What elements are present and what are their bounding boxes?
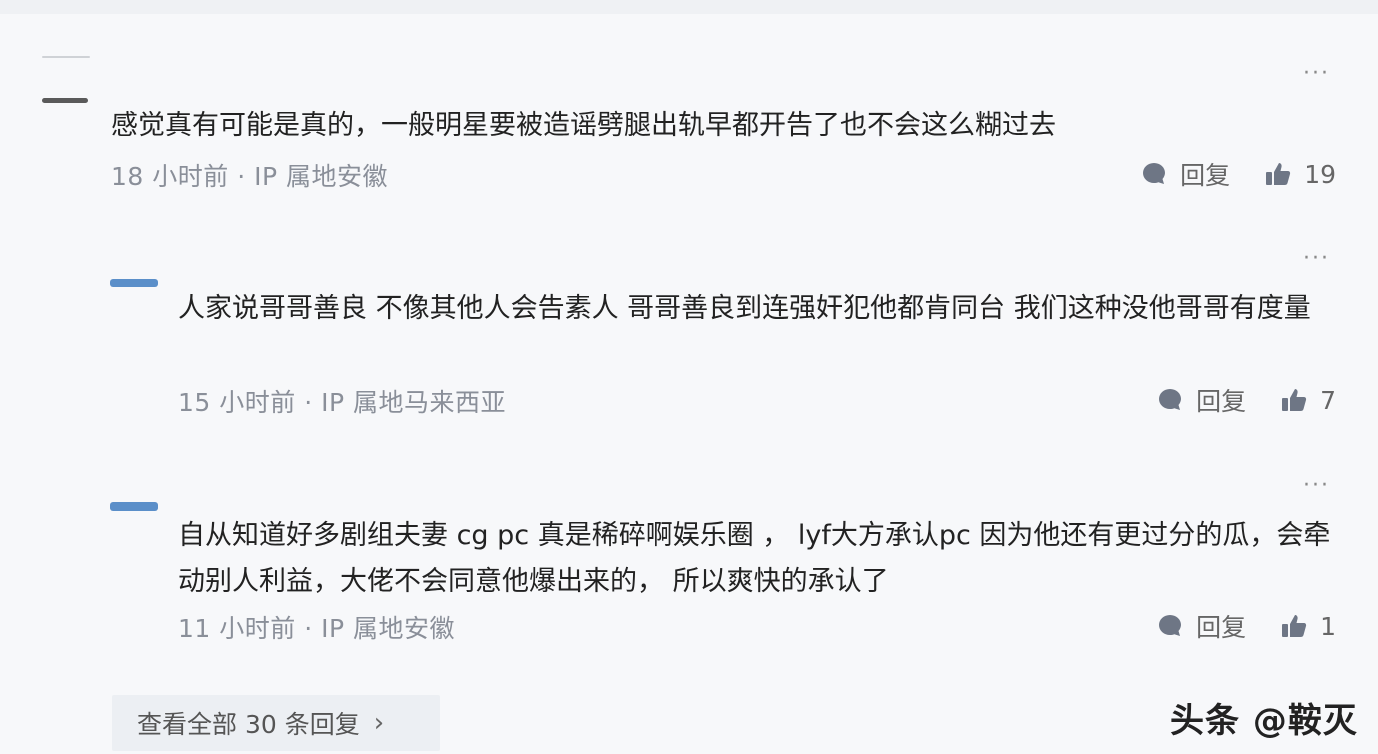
comment-text: 感觉真有可能是真的，一般明星要被造谣劈腿出轨早都开告了也不会这么糊过去 (111, 110, 1056, 141)
chevron-right-icon: › (373, 708, 385, 738)
more-dots-icon[interactable]: ··· (1303, 248, 1330, 270)
more-dots-icon[interactable]: ··· (1303, 63, 1330, 85)
thumbs-up-icon (1282, 615, 1307, 637)
thumbs-up-icon (1266, 163, 1291, 185)
reply-label: 回复 (1196, 613, 1247, 642)
comment-meta: 11 小时前 · IP 属地安徽 (178, 614, 455, 643)
comment-text: 自从知道好多剧组夫妻 cg pc 真是稀碎啊娱乐圈 ， lyf大方承认pc 因为… (178, 520, 1331, 597)
avatar[interactable] (110, 279, 158, 287)
comment-meta: 15 小时前 · IP 属地马来西亚 (178, 388, 506, 417)
comment-bubble-icon (1143, 163, 1166, 184)
watermark: 头条 @鞍灭 (1170, 701, 1358, 741)
like-count: 7 (1320, 385, 1336, 415)
reply-button[interactable]: 回复 (1140, 156, 1230, 192)
like-button[interactable]: 7 (1280, 386, 1336, 415)
like-button[interactable]: 1 (1280, 612, 1336, 641)
reply-button[interactable]: 回复 (1156, 382, 1246, 418)
reply-label: 回复 (1196, 387, 1247, 416)
reply-label: 回复 (1180, 161, 1231, 190)
more-dots-icon[interactable]: ··· (1303, 475, 1330, 497)
comment-actions: 回复 19 (1100, 156, 1336, 192)
comment-text: 人家说哥哥善良 不像其他人会告素人 哥哥善良到连强奸犯他都肯同台 我们这种没他哥… (178, 293, 1311, 324)
comment-actions: 回复 1 (1100, 608, 1336, 644)
view-all-label: 查看全部 30 条回复 (137, 710, 360, 739)
top-divider (0, 0, 1378, 14)
comment-meta: 18 小时前 · IP 属地安徽 (111, 162, 388, 191)
comment-actions: 回复 7 (1100, 382, 1336, 418)
avatar[interactable] (110, 502, 158, 511)
like-count: 19 (1304, 159, 1336, 189)
avatar-name-smudge (42, 98, 88, 103)
avatar[interactable] (42, 56, 90, 58)
like-count: 1 (1320, 611, 1336, 641)
thumbs-up-icon (1282, 389, 1307, 411)
like-button[interactable]: 19 (1264, 160, 1336, 189)
comment-bubble-icon (1159, 389, 1182, 410)
comment-bubble-icon (1159, 615, 1182, 636)
view-all-replies-button[interactable]: 查看全部 30 条回复 › (112, 695, 440, 751)
reply-button[interactable]: 回复 (1156, 608, 1246, 644)
